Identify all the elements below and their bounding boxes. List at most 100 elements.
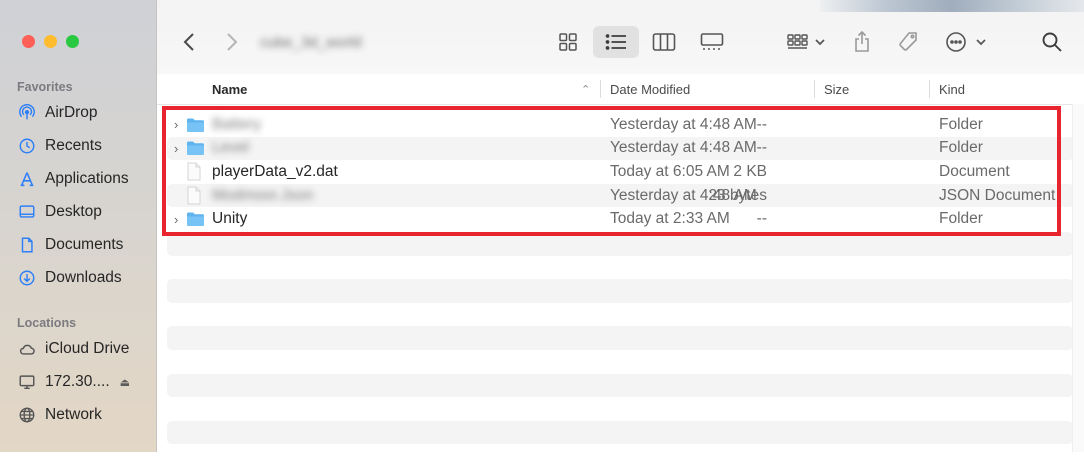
empty-row-stripes	[167, 232, 1073, 468]
file-row[interactable]: Modmoor.Json Yesterday at 4:48 AM 23 byt…	[157, 183, 1084, 208]
sidebar-item-documents[interactable]: Documents	[17, 232, 123, 258]
tag-button[interactable]	[893, 26, 923, 58]
more-options-icon	[946, 32, 986, 52]
airdrop-icon	[17, 103, 37, 123]
clock-icon	[17, 136, 37, 156]
grid-icon	[559, 33, 577, 51]
sidebar: Favorites AirDrop Recents Applications D…	[0, 0, 157, 452]
sidebar-item-label: AirDrop	[45, 104, 98, 121]
file-date: Today at 2:33 AM	[610, 210, 730, 228]
document-icon	[17, 235, 37, 255]
download-icon	[17, 268, 37, 288]
globe-icon	[17, 405, 37, 425]
sidebar-item-applications[interactable]: Applications	[17, 166, 129, 192]
empty-row	[167, 373, 1073, 398]
document-file-icon	[186, 160, 206, 184]
file-name: Modmoor.Json	[212, 186, 314, 204]
sidebar-item-label: Downloads	[45, 269, 122, 286]
empty-row	[167, 279, 1073, 303]
empty-row	[167, 232, 1073, 256]
cloud-icon	[17, 339, 37, 359]
file-size: 2 KB	[733, 162, 767, 180]
sidebar-item-label: 172.30....	[45, 373, 110, 390]
window-title: cube_3d_world	[260, 34, 362, 51]
column-divider[interactable]	[929, 80, 930, 98]
forward-button[interactable]	[220, 26, 244, 58]
sidebar-item-server[interactable]: 172.30.... ⏏	[17, 369, 130, 395]
forward-chevron-icon	[227, 33, 238, 51]
gallery-icon	[700, 33, 724, 50]
size-column-header[interactable]: Size	[824, 74, 849, 104]
sidebar-item-label: Documents	[45, 236, 124, 253]
empty-row	[167, 326, 1073, 350]
favorites-heading: Favorites	[17, 80, 73, 94]
applications-icon	[17, 169, 37, 189]
icon-view-button[interactable]	[551, 26, 585, 58]
minimize-button[interactable]	[44, 35, 57, 48]
eject-icon[interactable]: ⏏	[120, 376, 130, 389]
file-row[interactable]: › Battery Yesterday at 4:48 AM -- Folder	[157, 113, 1084, 137]
group-by-button[interactable]	[783, 26, 829, 58]
back-chevron-icon	[183, 33, 194, 51]
list-icon	[605, 34, 626, 50]
vertical-scrollbar[interactable]	[1072, 104, 1084, 452]
more-options-button[interactable]	[943, 26, 989, 58]
share-icon	[855, 30, 869, 52]
file-kind: Document	[939, 162, 1010, 180]
document-file-icon	[186, 184, 206, 208]
name-column-header[interactable]: Name	[212, 74, 247, 104]
file-kind: Folder	[939, 139, 983, 157]
disclosure-chevron-icon[interactable]: ›	[174, 207, 184, 231]
sidebar-item-network[interactable]: Network	[17, 402, 102, 428]
share-button[interactable]	[847, 26, 877, 58]
file-name: Battery	[212, 115, 262, 133]
list-view-button[interactable]	[593, 26, 639, 58]
window-controls	[22, 35, 79, 48]
file-kind: JSON Document	[939, 186, 1056, 204]
sidebar-item-label: Network	[45, 406, 102, 423]
disclosure-chevron-icon[interactable]: ›	[174, 137, 184, 161]
sidebar-item-recents[interactable]: Recents	[17, 133, 102, 159]
file-row[interactable]: › Level Yesterday at 4:48 AM -- Folder	[157, 136, 1084, 161]
file-kind: Folder	[939, 210, 983, 228]
file-size: --	[756, 139, 767, 157]
columns-icon	[652, 33, 676, 51]
file-date: Yesterday at 4:48 AM	[610, 115, 757, 133]
date-modified-column-header[interactable]: Date Modified	[610, 74, 690, 104]
file-size: --	[756, 115, 767, 133]
file-row[interactable]: playerData_v2.dat Today at 6:05 AM 2 KB …	[157, 160, 1084, 184]
empty-row	[167, 420, 1073, 445]
column-divider[interactable]	[814, 80, 815, 98]
sidebar-item-label: Recents	[45, 137, 102, 154]
column-view-button[interactable]	[647, 26, 681, 58]
search-icon	[1042, 32, 1062, 52]
file-list: › Battery Yesterday at 4:48 AM -- Folder…	[157, 113, 1084, 231]
sidebar-item-label: iCloud Drive	[45, 340, 130, 357]
sort-ascending-icon: ⌃	[581, 83, 591, 96]
folder-icon	[186, 137, 206, 161]
search-button[interactable]	[1037, 26, 1067, 58]
disclosure-chevron-icon[interactable]: ›	[174, 113, 184, 137]
display-icon	[17, 372, 37, 392]
column-divider[interactable]	[600, 80, 601, 98]
sidebar-item-icloud-drive[interactable]: iCloud Drive	[17, 336, 129, 362]
gallery-view-button[interactable]	[695, 26, 729, 58]
file-name: Unity	[212, 210, 248, 228]
zoom-button[interactable]	[66, 35, 79, 48]
close-button[interactable]	[22, 35, 35, 48]
column-header: Name ⌃ Date Modified Size Kind	[157, 74, 1084, 105]
sidebar-item-airdrop[interactable]: AirDrop	[17, 100, 98, 126]
file-row[interactable]: › Unity Today at 2:33 AM -- Folder	[157, 207, 1084, 231]
file-size: 23 bytes	[708, 186, 767, 204]
file-date: Today at 6:05 AM	[610, 162, 730, 180]
sidebar-item-desktop[interactable]: Desktop	[17, 199, 102, 225]
kind-column-header[interactable]: Kind	[939, 74, 965, 104]
file-name: playerData_v2.dat	[212, 162, 338, 180]
group-by-icon	[787, 34, 825, 49]
file-name: Level	[212, 139, 250, 157]
tag-icon	[899, 32, 917, 51]
folder-icon	[186, 207, 206, 231]
sidebar-item-label: Desktop	[45, 203, 102, 220]
back-button[interactable]	[177, 26, 201, 58]
sidebar-item-downloads[interactable]: Downloads	[17, 265, 122, 291]
